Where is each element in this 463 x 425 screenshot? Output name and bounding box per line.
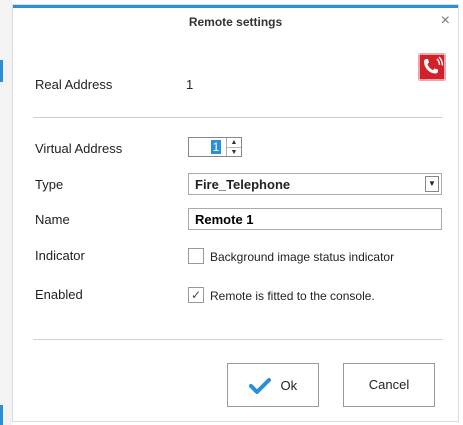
stepper-buttons: ▲ ▼ — [226, 138, 241, 156]
chevron-down-icon[interactable]: ▼ — [425, 176, 439, 192]
type-selected-value: Fire_Telephone — [195, 177, 291, 192]
enabled-checkbox[interactable]: ✓ — [188, 287, 204, 303]
virtual-address-stepper[interactable]: 1 ▲ ▼ — [188, 137, 242, 157]
real-address-value: 1 — [186, 77, 194, 92]
stepper-down-icon[interactable]: ▼ — [227, 147, 241, 157]
indicator-checkbox[interactable] — [188, 248, 204, 264]
stepper-up-icon[interactable]: ▲ — [227, 138, 241, 147]
dialog-accent-bar — [13, 5, 458, 8]
cancel-button[interactable]: Cancel — [343, 363, 435, 407]
dialog-title: Remote settings — [188, 15, 283, 29]
background-accent-bar — [0, 405, 3, 425]
name-label: Name — [35, 212, 70, 227]
indicator-label: Indicator — [35, 248, 85, 263]
enabled-label: Enabled — [35, 287, 83, 302]
section-divider — [33, 339, 443, 340]
section-divider — [33, 117, 443, 118]
enabled-checkbox-label[interactable]: Remote is fitted to the console. — [210, 289, 375, 303]
indicator-checkbox-label[interactable]: Background image status indicator — [210, 250, 394, 264]
remote-settings-dialog: Remote settings × Real Address 1 Virtual… — [12, 4, 459, 422]
name-field[interactable] — [188, 208, 442, 230]
name-input[interactable] — [195, 212, 435, 227]
background-window-strip — [0, 0, 12, 425]
virtual-address-value[interactable]: 1 — [211, 140, 221, 154]
fire-telephone-icon — [418, 53, 446, 81]
virtual-address-label: Virtual Address — [35, 141, 123, 156]
ok-button[interactable]: Ok — [227, 363, 319, 407]
cancel-button-label: Cancel — [368, 377, 410, 392]
background-accent-bar — [0, 60, 3, 82]
checkmark-icon — [248, 377, 271, 394]
real-address-label: Real Address — [35, 77, 113, 92]
type-label: Type — [35, 177, 64, 192]
close-icon[interactable]: × — [441, 13, 450, 29]
ok-button-label: Ok — [280, 378, 298, 394]
type-dropdown[interactable]: Fire_Telephone ▼ — [188, 173, 442, 195]
